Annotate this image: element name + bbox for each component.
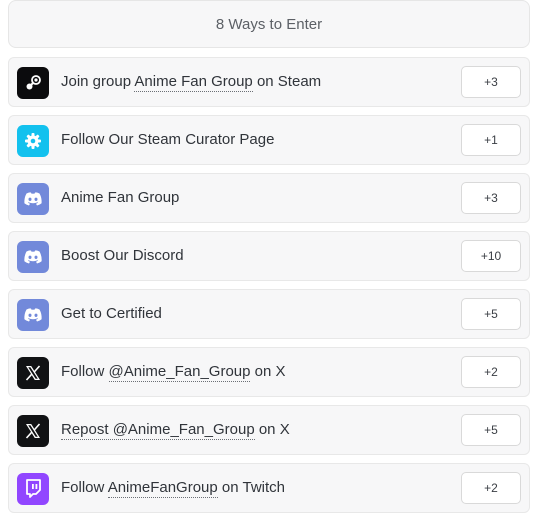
- entry-label: Follow AnimeFanGroup on Twitch: [61, 464, 285, 512]
- entry-points-button[interactable]: +10: [461, 240, 521, 272]
- entry-label-prefix: Anime Fan Group: [61, 189, 180, 206]
- entry-label-suffix: on Twitch: [217, 479, 286, 496]
- entry-label: Boost Our Discord: [61, 232, 184, 280]
- entry-link[interactable]: Repost @Anime_Fan_Group: [61, 421, 255, 440]
- discord-icon: [17, 183, 49, 215]
- giveaway-entries-panel: 8 Ways to Enter Join group Anime Fan Gro…: [0, 0, 540, 520]
- entry-row[interactable]: Follow AnimeFanGroup on Twitch +2: [8, 463, 530, 513]
- discord-icon: [17, 299, 49, 331]
- entry-label-prefix: Follow Our Steam Curator Page: [61, 131, 275, 148]
- entries-header: 8 Ways to Enter: [8, 0, 530, 48]
- steam-icon: [17, 67, 49, 99]
- entry-label-prefix: Boost Our Discord: [61, 247, 184, 264]
- entry-link[interactable]: AnimeFanGroup: [107, 479, 218, 498]
- entry-label-prefix: Join group: [61, 73, 135, 90]
- entry-label-prefix: Follow: [61, 479, 108, 496]
- gear-icon: [17, 125, 49, 157]
- entry-row[interactable]: Repost @Anime_Fan_Group on X +5: [8, 405, 530, 455]
- entry-label-prefix: Follow: [61, 363, 109, 380]
- entry-points-button[interactable]: +2: [461, 472, 521, 504]
- entry-row[interactable]: Follow Our Steam Curator Page +1: [8, 115, 530, 165]
- entry-label: Join group Anime Fan Group on Steam: [61, 58, 321, 106]
- entry-label: Anime Fan Group: [61, 174, 179, 222]
- entry-label-suffix: on Steam: [252, 73, 322, 90]
- entry-label: Follow Our Steam Curator Page: [61, 116, 274, 164]
- entry-link[interactable]: Anime Fan Group: [134, 73, 253, 92]
- entry-points-button[interactable]: +1: [461, 124, 521, 156]
- entry-label: Repost @Anime_Fan_Group on X: [61, 406, 290, 454]
- entry-label-prefix: Get to Certified: [61, 305, 162, 322]
- entry-label-suffix: on X: [254, 421, 290, 438]
- entry-points-button[interactable]: +3: [461, 66, 521, 98]
- x-icon: [17, 357, 49, 389]
- x-icon: [17, 415, 49, 447]
- entry-row[interactable]: Boost Our Discord +10: [8, 231, 530, 281]
- discord-icon: [17, 241, 49, 273]
- entries-header-title: 8 Ways to Enter: [215, 15, 323, 33]
- entry-points-button[interactable]: +2: [461, 356, 521, 388]
- twitch-icon: [17, 473, 49, 505]
- entry-link[interactable]: @Anime_Fan_Group: [108, 363, 251, 382]
- entry-label-suffix: on X: [250, 363, 286, 380]
- entry-points-button[interactable]: +5: [461, 298, 521, 330]
- entry-row[interactable]: Follow @Anime_Fan_Group on X +2: [8, 347, 530, 397]
- entry-label: Get to Certified: [61, 290, 162, 338]
- entry-label: Follow @Anime_Fan_Group on X: [61, 348, 286, 396]
- entry-points-button[interactable]: +5: [461, 414, 521, 446]
- entry-row[interactable]: Get to Certified +5: [8, 289, 530, 339]
- entry-row[interactable]: Join group Anime Fan Group on Steam +3: [8, 57, 530, 107]
- entry-points-button[interactable]: +3: [461, 182, 521, 214]
- entry-row[interactable]: Anime Fan Group +3: [8, 173, 530, 223]
